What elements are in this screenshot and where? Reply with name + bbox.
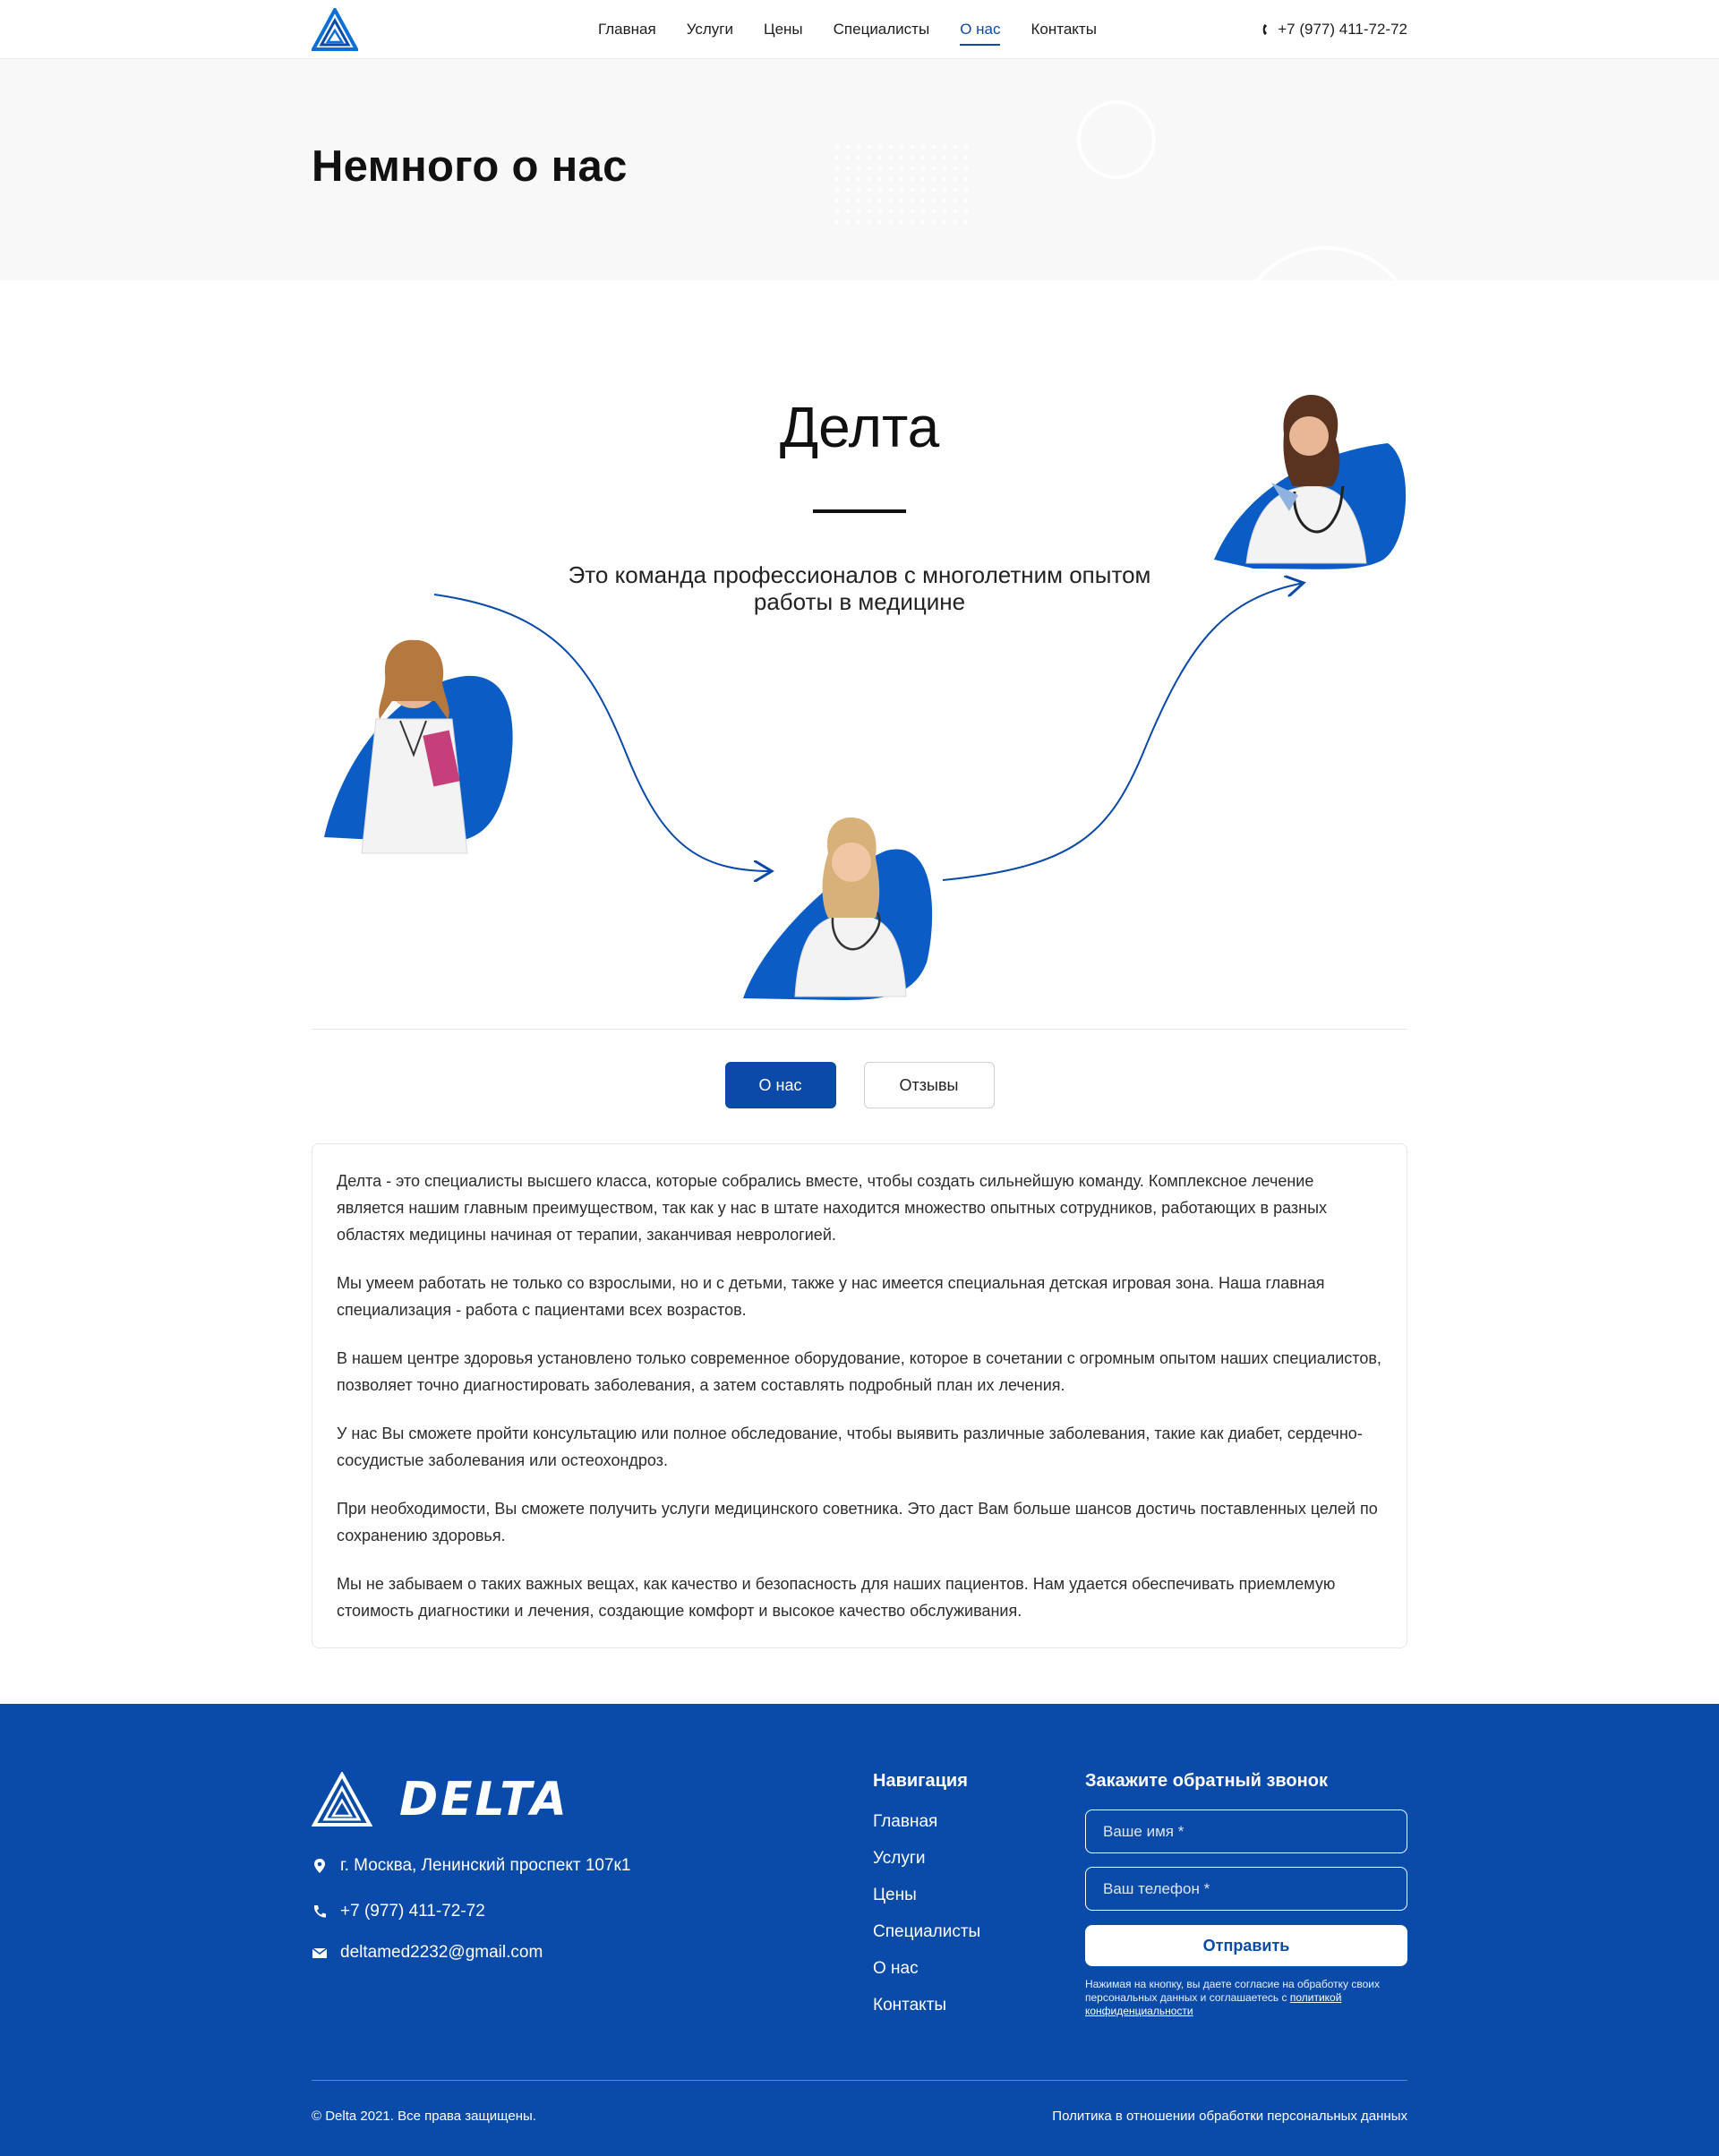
copyright: © Delta 2021. Все права защищены. <box>312 2109 536 2124</box>
footer-nav-title: Навигация <box>873 1771 968 1791</box>
nav-home[interactable]: Главная <box>598 15 656 44</box>
doctor-center-figure <box>743 817 933 1000</box>
logo-link[interactable] <box>312 8 358 51</box>
team-scheme: Делта Это команда профессионалов с много… <box>0 280 1719 1032</box>
about-paragraph: Мы умеем работать не только со взрослыми… <box>337 1274 1325 1319</box>
about-paragraph: У нас Вы сможете пройти консультацию или… <box>337 1424 1363 1469</box>
about-paragraph: При необходимости, Вы сможете получить у… <box>337 1500 1378 1544</box>
footer-divider <box>312 2080 1407 2081</box>
phone-input[interactable] <box>1085 1867 1407 1911</box>
footer-phone[interactable]: +7 (977) 411-72-72 <box>312 1902 485 1921</box>
about-text-card: Делта - это специалисты высшего класса, … <box>312 1143 1407 1648</box>
submit-button[interactable]: Отправить <box>1085 1925 1407 1966</box>
phone-icon <box>313 1905 326 1918</box>
nav-specialists[interactable]: Специалисты <box>834 15 930 44</box>
footer-nav-services[interactable]: Услуги <box>873 1848 980 1869</box>
page-hero: Немного о нас <box>0 59 1719 280</box>
scheme-title: Делта <box>779 395 940 459</box>
consent-note: Нажимая на кнопку, вы даете согласие на … <box>1085 1978 1407 2018</box>
main-nav: Главная Услуги Цены Специалисты О нас Ко… <box>598 0 1127 59</box>
delta-logo-icon <box>312 8 358 51</box>
page-title: Немного о нас <box>312 142 628 191</box>
footer-nav: Навигация Главная Услуги Цены Специалист… <box>873 1771 980 2032</box>
mail-icon <box>312 1947 328 1958</box>
site-header: Главная Услуги Цены Специалисты О нас Ко… <box>0 0 1719 59</box>
nav-about[interactable]: О нас <box>960 15 1001 46</box>
nav-services[interactable]: Услуги <box>687 15 733 44</box>
flow-arrows <box>324 395 1407 1000</box>
location-pin-icon <box>314 1859 325 1873</box>
footer-nav-prices[interactable]: Цены <box>873 1885 980 1905</box>
footer-phone-text: +7 (977) 411-72-72 <box>340 1902 485 1921</box>
footer-nav-about[interactable]: О нас <box>873 1958 980 1979</box>
tab-reviews[interactable]: Отзывы <box>863 1062 995 1108</box>
arrow-center-to-right <box>942 583 1304 881</box>
about-paragraph: Делта - это специалисты высшего класса, … <box>337 1172 1328 1244</box>
footer-address: г. Москва, Ленинский проспект 107к1 <box>312 1856 630 1876</box>
hero-decoration <box>834 100 1398 280</box>
header-phone-link[interactable]: +7 (977) 411-72-72 <box>1261 0 1407 59</box>
doctor-left-figure <box>324 639 513 854</box>
nav-contacts[interactable]: Контакты <box>1031 15 1096 44</box>
footer-nav-home[interactable]: Главная <box>873 1811 980 1832</box>
footer-brand: DELTA <box>399 1773 569 1827</box>
callback-form-title: Закажите обратный звонок <box>1085 1771 1328 1791</box>
phone-icon <box>1262 24 1268 35</box>
header-phone: +7 (977) 411-72-72 <box>1278 21 1407 38</box>
about-paragraph: Мы не забываем о таких важных вещах, как… <box>337 1575 1336 1620</box>
nav-prices[interactable]: Цены <box>764 15 803 44</box>
title-underline <box>813 509 906 513</box>
footer-address-text: г. Москва, Ленинский проспект 107к1 <box>340 1856 631 1875</box>
name-input[interactable] <box>1085 1810 1407 1853</box>
callback-form: Закажите обратный звонок Отправить Нажим… <box>1085 1771 1407 2018</box>
tab-about[interactable]: О нас <box>724 1062 836 1108</box>
footer-email[interactable]: deltamed2232@gmail.com <box>312 1943 543 1963</box>
section-divider <box>312 1029 1407 1030</box>
site-footer: DELTA г. Москва, Ленинский проспект 107к… <box>0 1704 1719 2156</box>
privacy-policy-footer-link[interactable]: Политика в отношении обработки персональ… <box>1052 2109 1407 2124</box>
footer-email-text: deltamed2232@gmail.com <box>340 1943 543 1962</box>
delta-logo-icon <box>312 1772 372 1827</box>
scheme-subtitle: Это команда профессионалов с многолетним… <box>568 561 1151 615</box>
content-tabs: О нас Отзывы <box>0 1062 1719 1108</box>
footer-nav-contacts[interactable]: Контакты <box>873 1995 980 2015</box>
footer-logo: DELTA <box>312 1772 569 1827</box>
about-paragraph: В нашем центре здоровья установлено толь… <box>337 1349 1381 1394</box>
footer-nav-specialists[interactable]: Специалисты <box>873 1921 980 1942</box>
